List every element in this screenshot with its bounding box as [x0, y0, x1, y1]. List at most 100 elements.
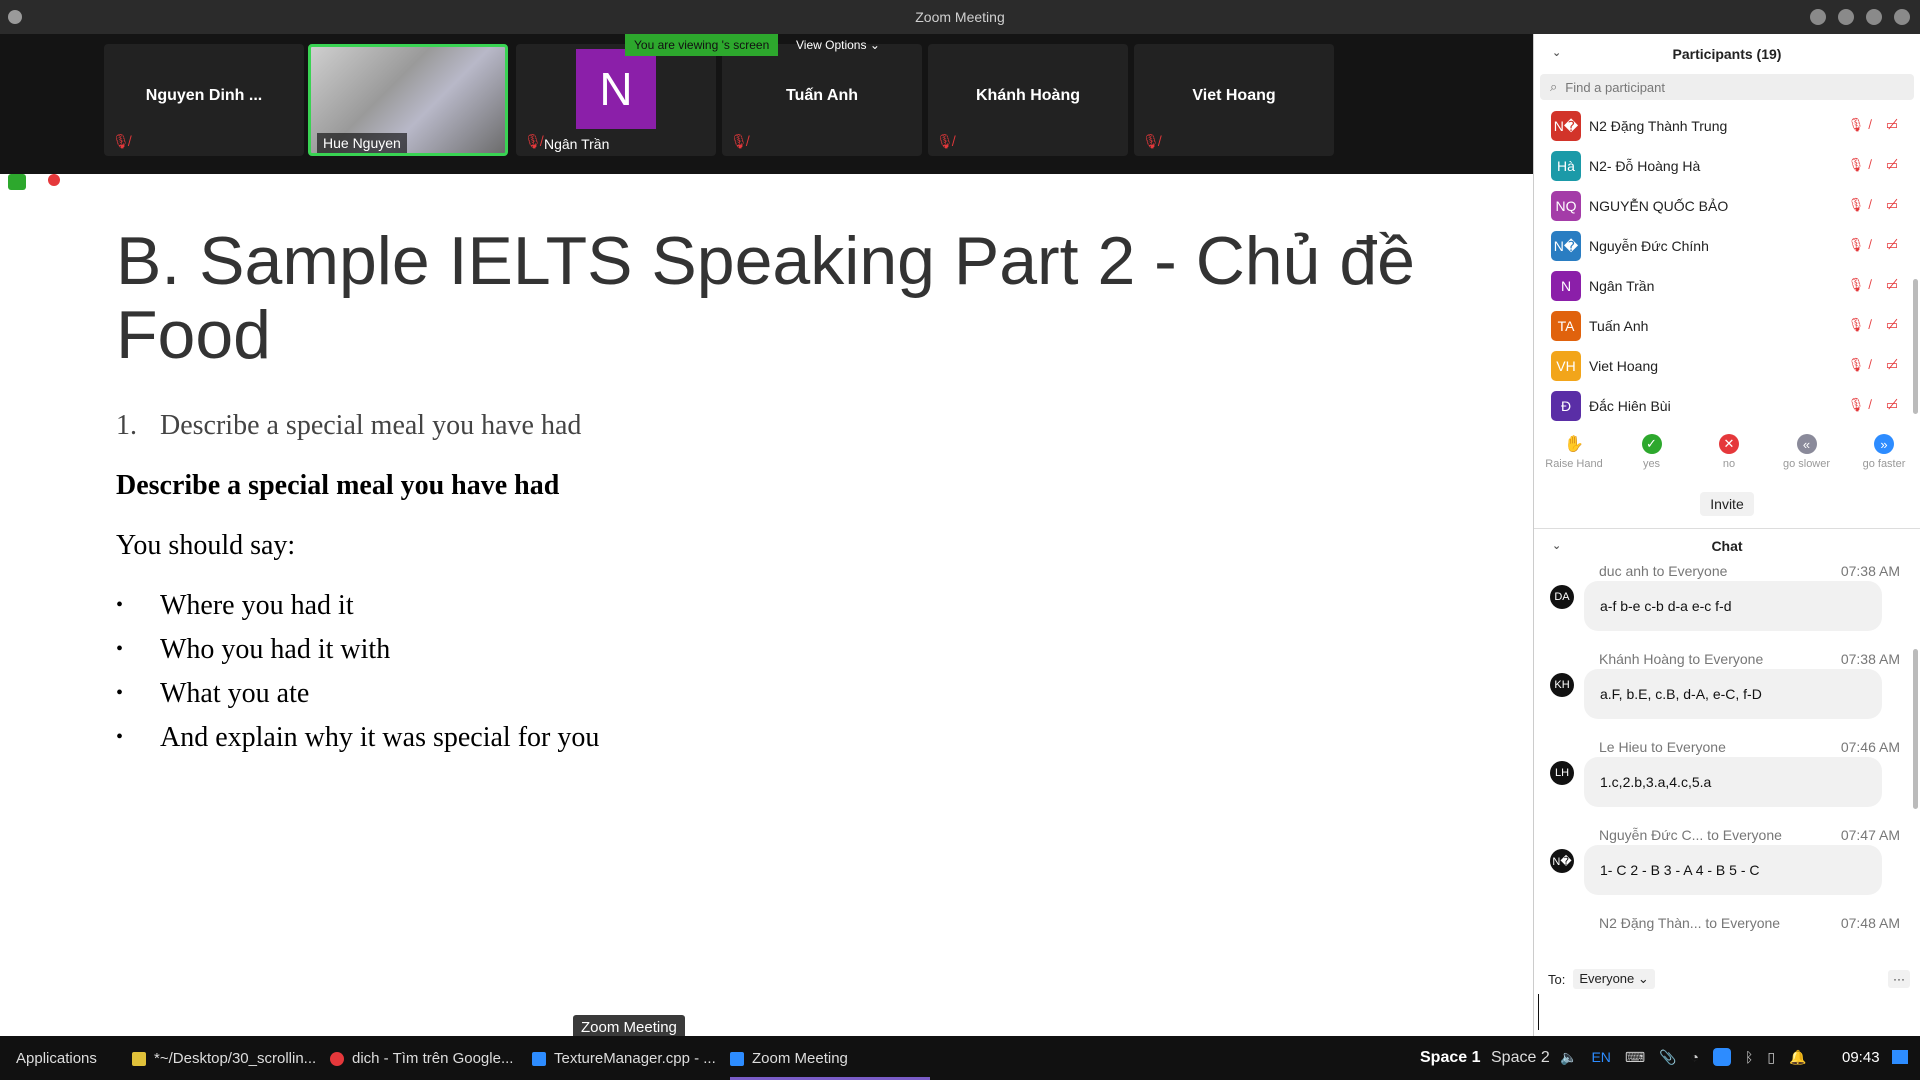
participant-tile[interactable]: Tuấn Anh 🎙︎̸	[722, 44, 922, 156]
participant-row[interactable]: N� N2 Đặng Thành Trung 🎙︎̸ ▭̸	[1534, 106, 1920, 146]
fast-forward-icon: »	[1874, 434, 1894, 454]
volume-icon[interactable]: 🔈	[1560, 1049, 1577, 1066]
minimize-icon[interactable]	[1810, 9, 1826, 25]
taskbar-item-editor[interactable]: *~/Desktop/30_scrollin...	[132, 1050, 316, 1067]
participant-row[interactable]: Đ Đắc Hiên Bùi 🎙︎̸ ▭̸	[1534, 386, 1920, 426]
message-bubble: 1.c,2.b,3.a,4.c,5.a	[1584, 757, 1882, 807]
participant-tile[interactable]: Viet Hoang 🎙︎̸	[1134, 44, 1334, 156]
participant-row[interactable]: TA Tuấn Anh 🎙︎̸ ▭̸	[1534, 306, 1920, 346]
participant-name: Nguyễn Đức Chính	[1589, 238, 1709, 254]
chat-input[interactable]	[1538, 994, 1916, 1030]
more-options-button[interactable]: ···	[1888, 970, 1910, 988]
participant-row[interactable]: N Ngân Trần 🎙︎̸ ▭̸	[1534, 266, 1920, 306]
participant-search-input[interactable]: ⌕ Find a participant	[1540, 74, 1914, 100]
message-bubble: a-f b-e c-b d-a e-c f-d	[1584, 581, 1882, 631]
question-item: 1. Describe a special meal you have had	[116, 410, 581, 442]
zoom-tray-icon[interactable]	[1713, 1048, 1732, 1066]
question-text: Describe a special meal you have had	[160, 410, 582, 441]
keyboard-icon[interactable]: ⌨	[1625, 1049, 1645, 1066]
participants-header: ⌄ Participants (19)	[1534, 34, 1920, 74]
chat-message: N� N2 Đặng Thàn... to Everyone 07:48 AM	[1534, 915, 1920, 935]
viewing-banner: You are viewing 's screen	[625, 34, 779, 56]
chat-recipient-row: To: Everyone ⌄ ···	[1534, 964, 1920, 994]
chat-message: DA duc anh to Everyone 07:38 AM a-f b-e …	[1534, 563, 1920, 651]
workspace-2[interactable]: Space 2	[1491, 1049, 1550, 1067]
workspace-1[interactable]: Space 1	[1420, 1049, 1480, 1067]
taskbar-item-browser[interactable]: dich - Tìm trên Google...	[330, 1050, 513, 1067]
message-sender: Nguyễn Đức C... to Everyone	[1599, 827, 1782, 843]
notification-icon[interactable]: 🔔	[1789, 1049, 1806, 1066]
shared-screen: B. Sample IELTS Speaking Part 2 - Chủ đề…	[0, 174, 1533, 1036]
participant-name: Đắc Hiên Bùi	[1589, 398, 1671, 414]
wifi-icon[interactable]: ◔	[1691, 1049, 1699, 1065]
collapse-chevron-icon[interactable]: ⌄	[1552, 46, 1561, 59]
search-icon: ⌕	[1550, 79, 1558, 94]
participant-row[interactable]: Hà N2- Đỗ Hoàng Hà 🎙︎̸ ▭̸	[1534, 146, 1920, 186]
invite-button[interactable]: Invite	[1700, 492, 1754, 516]
message-time: 07:46 AM	[1840, 739, 1900, 755]
applications-menu[interactable]: Applications	[16, 1050, 97, 1067]
no-button[interactable]: ✕ no	[1697, 434, 1761, 482]
reaction-label: no	[1722, 458, 1736, 470]
check-icon: ✓	[1641, 434, 1662, 454]
participant-row[interactable]: NQ NGUYỄN QUỐC BẢO 🎙︎̸ ▭̸	[1534, 186, 1920, 226]
participant-tile[interactable]: Khánh Hoàng 🎙︎̸	[928, 44, 1128, 156]
muted-status-icons: 🎙︎̸ ▭̸	[1847, 277, 1904, 292]
participant-row[interactable]: VH Viet Hoang 🎙︎̸ ▭̸	[1534, 346, 1920, 386]
question-number: 1.	[116, 410, 137, 441]
participant-avatar: N	[576, 49, 656, 129]
battery-icon[interactable]: ▯	[1767, 1049, 1775, 1066]
taskbar-item-zoom[interactable]: Zoom Meeting	[730, 1050, 848, 1067]
muted-status-icons: 🎙︎̸ ▭̸	[1847, 117, 1904, 132]
rewind-icon: «	[1796, 434, 1817, 454]
participant-avatar: N	[1551, 271, 1581, 301]
taskbar-item-vscode[interactable]: TextureManager.cpp - ...	[532, 1050, 716, 1067]
message-sender: duc anh to Everyone	[1599, 563, 1728, 579]
view-options-button[interactable]: View Options ⌄	[792, 36, 884, 54]
raise-hand-button[interactable]: ✋ Raise Hand	[1542, 434, 1606, 482]
participants-scrollbar[interactable]	[1913, 279, 1918, 414]
avatar: KH	[1550, 673, 1574, 697]
go-faster-button[interactable]: » go faster	[1852, 434, 1916, 482]
message-time: 07:48 AM	[1840, 915, 1900, 931]
slide-title: B. Sample IELTS Speaking Part 2 - Chủ đề…	[116, 223, 1415, 373]
participant-name: NGUYỄN QUỐC BẢO	[1589, 198, 1729, 214]
reaction-bar: ✋ Raise Hand ✓ yes ✕ no « go slower » go…	[1534, 426, 1920, 482]
language-indicator[interactable]: EN	[1591, 1049, 1610, 1065]
participant-tile[interactable]: N 🎙︎̸ Ngân Trần	[516, 44, 716, 156]
collapse-chevron-icon[interactable]: ⌄	[1552, 539, 1561, 552]
clip-icon[interactable]: 📎	[1659, 1049, 1676, 1066]
muted-mic-icon: 🎙︎̸	[730, 133, 748, 149]
close-icon[interactable]	[1894, 9, 1910, 25]
go-slower-button[interactable]: « go slower	[1775, 434, 1839, 482]
chat-message: KH Khánh Hoàng to Everyone 07:38 AM a.F,…	[1534, 651, 1920, 739]
maximize-icon[interactable]	[1866, 9, 1882, 25]
avatar: DA	[1550, 585, 1574, 609]
message-time: 07:38 AM	[1840, 651, 1900, 667]
record-icon	[48, 174, 60, 186]
reaction-label: yes	[1642, 458, 1661, 470]
chat-scrollbar[interactable]	[1913, 649, 1918, 809]
participant-tile[interactable]: Nguyen Dinh ... 🎙︎̸	[104, 44, 304, 156]
message-time: 07:47 AM	[1840, 827, 1900, 843]
participant-avatar: VH	[1551, 351, 1581, 381]
shield-icon[interactable]	[8, 174, 26, 190]
chat-title: Chat	[1711, 538, 1743, 554]
window-menu-icon[interactable]	[8, 10, 22, 24]
display-icon[interactable]	[1892, 1050, 1908, 1064]
message-sender: N2 Đặng Thàn... to Everyone	[1599, 915, 1781, 931]
taskbar-item-label: dich - Tìm trên Google...	[352, 1050, 514, 1067]
participant-row[interactable]: N� Nguyễn Đức Chính 🎙︎̸ ▭̸	[1534, 226, 1920, 266]
muted-status-icons: 🎙︎̸ ▭̸	[1847, 357, 1904, 372]
restore-icon[interactable]	[1838, 9, 1854, 25]
bullet-item: And explain why it was special for you	[116, 722, 599, 766]
message-time: 07:38 AM	[1840, 563, 1900, 579]
chat-header: ⌄ Chat	[1534, 529, 1920, 563]
recipient-select[interactable]: Everyone ⌄	[1573, 969, 1655, 989]
yes-button[interactable]: ✓ yes	[1620, 434, 1684, 482]
participant-tile-name: Nguyen Dinh ...	[145, 87, 263, 104]
bluetooth-icon[interactable]: ᛒ	[1745, 1049, 1753, 1065]
participant-video-tile[interactable]: Hue Nguyen	[308, 44, 508, 156]
participants-title: Participants (19)	[1672, 46, 1782, 62]
vscode-icon	[532, 1051, 546, 1066]
